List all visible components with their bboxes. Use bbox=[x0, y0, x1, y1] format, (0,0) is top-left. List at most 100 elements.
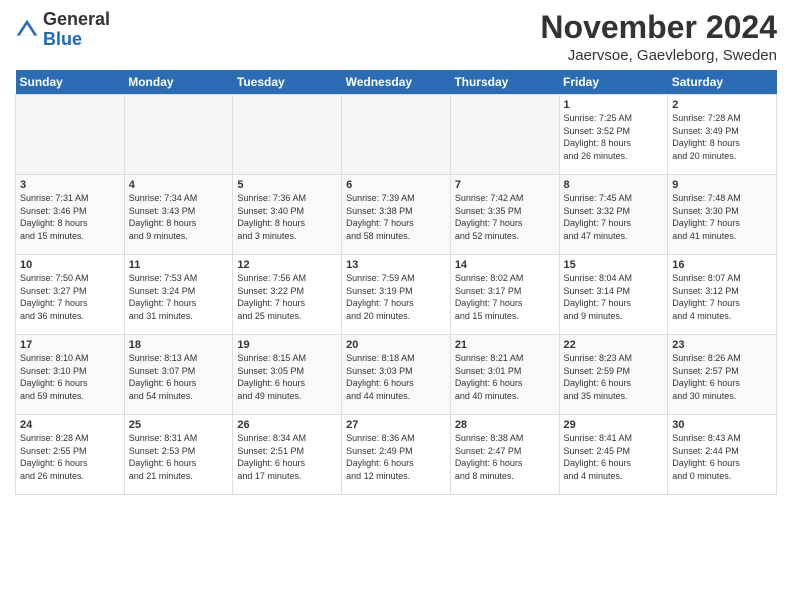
col-sunday: Sunday bbox=[16, 70, 125, 95]
cell-w1-d5: 8Sunrise: 7:45 AM Sunset: 3:32 PM Daylig… bbox=[559, 175, 668, 255]
col-saturday: Saturday bbox=[668, 70, 777, 95]
day-number-27: 27 bbox=[346, 419, 446, 431]
header: General Blue November 2024 Jaervsoe, Gae… bbox=[15, 10, 777, 64]
day-info-14: Sunrise: 8:02 AM Sunset: 3:17 PM Dayligh… bbox=[455, 272, 555, 322]
day-info-25: Sunrise: 8:31 AM Sunset: 2:53 PM Dayligh… bbox=[129, 432, 229, 482]
cell-w0-d0 bbox=[16, 95, 125, 175]
logo-general: General bbox=[43, 10, 110, 30]
day-number-17: 17 bbox=[20, 339, 120, 351]
calendar-header-row: Sunday Monday Tuesday Wednesday Thursday… bbox=[16, 70, 777, 95]
cell-w4-d0: 24Sunrise: 8:28 AM Sunset: 2:55 PM Dayli… bbox=[16, 415, 125, 495]
day-number-21: 21 bbox=[455, 339, 555, 351]
cell-w2-d5: 15Sunrise: 8:04 AM Sunset: 3:14 PM Dayli… bbox=[559, 255, 668, 335]
day-number-14: 14 bbox=[455, 259, 555, 271]
day-number-22: 22 bbox=[564, 339, 664, 351]
day-info-13: Sunrise: 7:59 AM Sunset: 3:19 PM Dayligh… bbox=[346, 272, 446, 322]
day-number-25: 25 bbox=[129, 419, 229, 431]
location-title: Jaervsoe, Gaevleborg, Sweden bbox=[540, 47, 777, 64]
day-number-3: 3 bbox=[20, 179, 120, 191]
day-info-5: Sunrise: 7:36 AM Sunset: 3:40 PM Dayligh… bbox=[237, 192, 337, 242]
day-info-22: Sunrise: 8:23 AM Sunset: 2:59 PM Dayligh… bbox=[564, 352, 664, 402]
day-number-15: 15 bbox=[564, 259, 664, 271]
day-info-2: Sunrise: 7:28 AM Sunset: 3:49 PM Dayligh… bbox=[672, 112, 772, 162]
day-info-28: Sunrise: 8:38 AM Sunset: 2:47 PM Dayligh… bbox=[455, 432, 555, 482]
cell-w3-d2: 19Sunrise: 8:15 AM Sunset: 3:05 PM Dayli… bbox=[233, 335, 342, 415]
day-number-19: 19 bbox=[237, 339, 337, 351]
week-row-0: 1Sunrise: 7:25 AM Sunset: 3:52 PM Daylig… bbox=[16, 95, 777, 175]
col-thursday: Thursday bbox=[450, 70, 559, 95]
cell-w2-d0: 10Sunrise: 7:50 AM Sunset: 3:27 PM Dayli… bbox=[16, 255, 125, 335]
cell-w4-d4: 28Sunrise: 8:38 AM Sunset: 2:47 PM Dayli… bbox=[450, 415, 559, 495]
day-number-8: 8 bbox=[564, 179, 664, 191]
cell-w2-d1: 11Sunrise: 7:53 AM Sunset: 3:24 PM Dayli… bbox=[124, 255, 233, 335]
day-info-12: Sunrise: 7:56 AM Sunset: 3:22 PM Dayligh… bbox=[237, 272, 337, 322]
logo-icon bbox=[15, 18, 39, 42]
day-info-24: Sunrise: 8:28 AM Sunset: 2:55 PM Dayligh… bbox=[20, 432, 120, 482]
day-info-29: Sunrise: 8:41 AM Sunset: 2:45 PM Dayligh… bbox=[564, 432, 664, 482]
day-number-2: 2 bbox=[672, 99, 772, 111]
day-number-16: 16 bbox=[672, 259, 772, 271]
main-container: General Blue November 2024 Jaervsoe, Gae… bbox=[0, 0, 792, 500]
week-row-2: 10Sunrise: 7:50 AM Sunset: 3:27 PM Dayli… bbox=[16, 255, 777, 335]
logo-text: General Blue bbox=[43, 10, 110, 50]
day-info-9: Sunrise: 7:48 AM Sunset: 3:30 PM Dayligh… bbox=[672, 192, 772, 242]
day-info-23: Sunrise: 8:26 AM Sunset: 2:57 PM Dayligh… bbox=[672, 352, 772, 402]
day-info-17: Sunrise: 8:10 AM Sunset: 3:10 PM Dayligh… bbox=[20, 352, 120, 402]
day-info-8: Sunrise: 7:45 AM Sunset: 3:32 PM Dayligh… bbox=[564, 192, 664, 242]
cell-w2-d4: 14Sunrise: 8:02 AM Sunset: 3:17 PM Dayli… bbox=[450, 255, 559, 335]
day-info-19: Sunrise: 8:15 AM Sunset: 3:05 PM Dayligh… bbox=[237, 352, 337, 402]
cell-w4-d5: 29Sunrise: 8:41 AM Sunset: 2:45 PM Dayli… bbox=[559, 415, 668, 495]
day-number-5: 5 bbox=[237, 179, 337, 191]
day-number-29: 29 bbox=[564, 419, 664, 431]
cell-w3-d1: 18Sunrise: 8:13 AM Sunset: 3:07 PM Dayli… bbox=[124, 335, 233, 415]
day-number-13: 13 bbox=[346, 259, 446, 271]
cell-w0-d1 bbox=[124, 95, 233, 175]
day-number-4: 4 bbox=[129, 179, 229, 191]
col-wednesday: Wednesday bbox=[342, 70, 451, 95]
day-info-27: Sunrise: 8:36 AM Sunset: 2:49 PM Dayligh… bbox=[346, 432, 446, 482]
logo-blue: Blue bbox=[43, 30, 110, 50]
cell-w4-d6: 30Sunrise: 8:43 AM Sunset: 2:44 PM Dayli… bbox=[668, 415, 777, 495]
cell-w0-d2 bbox=[233, 95, 342, 175]
cell-w1-d1: 4Sunrise: 7:34 AM Sunset: 3:43 PM Daylig… bbox=[124, 175, 233, 255]
day-info-16: Sunrise: 8:07 AM Sunset: 3:12 PM Dayligh… bbox=[672, 272, 772, 322]
cell-w2-d6: 16Sunrise: 8:07 AM Sunset: 3:12 PM Dayli… bbox=[668, 255, 777, 335]
day-info-10: Sunrise: 7:50 AM Sunset: 3:27 PM Dayligh… bbox=[20, 272, 120, 322]
title-block: November 2024 Jaervsoe, Gaevleborg, Swed… bbox=[540, 10, 777, 64]
day-number-30: 30 bbox=[672, 419, 772, 431]
day-info-7: Sunrise: 7:42 AM Sunset: 3:35 PM Dayligh… bbox=[455, 192, 555, 242]
week-row-4: 24Sunrise: 8:28 AM Sunset: 2:55 PM Dayli… bbox=[16, 415, 777, 495]
cell-w0-d3 bbox=[342, 95, 451, 175]
cell-w1-d0: 3Sunrise: 7:31 AM Sunset: 3:46 PM Daylig… bbox=[16, 175, 125, 255]
col-tuesday: Tuesday bbox=[233, 70, 342, 95]
day-number-23: 23 bbox=[672, 339, 772, 351]
cell-w3-d4: 21Sunrise: 8:21 AM Sunset: 3:01 PM Dayli… bbox=[450, 335, 559, 415]
day-info-3: Sunrise: 7:31 AM Sunset: 3:46 PM Dayligh… bbox=[20, 192, 120, 242]
day-number-9: 9 bbox=[672, 179, 772, 191]
month-title: November 2024 bbox=[540, 10, 777, 45]
day-number-12: 12 bbox=[237, 259, 337, 271]
calendar-table: Sunday Monday Tuesday Wednesday Thursday… bbox=[15, 70, 777, 495]
cell-w4-d3: 27Sunrise: 8:36 AM Sunset: 2:49 PM Dayli… bbox=[342, 415, 451, 495]
day-number-10: 10 bbox=[20, 259, 120, 271]
cell-w1-d2: 5Sunrise: 7:36 AM Sunset: 3:40 PM Daylig… bbox=[233, 175, 342, 255]
day-number-28: 28 bbox=[455, 419, 555, 431]
day-info-11: Sunrise: 7:53 AM Sunset: 3:24 PM Dayligh… bbox=[129, 272, 229, 322]
week-row-1: 3Sunrise: 7:31 AM Sunset: 3:46 PM Daylig… bbox=[16, 175, 777, 255]
day-number-20: 20 bbox=[346, 339, 446, 351]
day-info-20: Sunrise: 8:18 AM Sunset: 3:03 PM Dayligh… bbox=[346, 352, 446, 402]
cell-w0-d5: 1Sunrise: 7:25 AM Sunset: 3:52 PM Daylig… bbox=[559, 95, 668, 175]
cell-w1-d6: 9Sunrise: 7:48 AM Sunset: 3:30 PM Daylig… bbox=[668, 175, 777, 255]
day-info-26: Sunrise: 8:34 AM Sunset: 2:51 PM Dayligh… bbox=[237, 432, 337, 482]
cell-w2-d2: 12Sunrise: 7:56 AM Sunset: 3:22 PM Dayli… bbox=[233, 255, 342, 335]
day-number-24: 24 bbox=[20, 419, 120, 431]
day-info-6: Sunrise: 7:39 AM Sunset: 3:38 PM Dayligh… bbox=[346, 192, 446, 242]
day-info-30: Sunrise: 8:43 AM Sunset: 2:44 PM Dayligh… bbox=[672, 432, 772, 482]
cell-w4-d1: 25Sunrise: 8:31 AM Sunset: 2:53 PM Dayli… bbox=[124, 415, 233, 495]
week-row-3: 17Sunrise: 8:10 AM Sunset: 3:10 PM Dayli… bbox=[16, 335, 777, 415]
day-number-6: 6 bbox=[346, 179, 446, 191]
col-monday: Monday bbox=[124, 70, 233, 95]
day-info-21: Sunrise: 8:21 AM Sunset: 3:01 PM Dayligh… bbox=[455, 352, 555, 402]
day-info-1: Sunrise: 7:25 AM Sunset: 3:52 PM Dayligh… bbox=[564, 112, 664, 162]
day-number-11: 11 bbox=[129, 259, 229, 271]
